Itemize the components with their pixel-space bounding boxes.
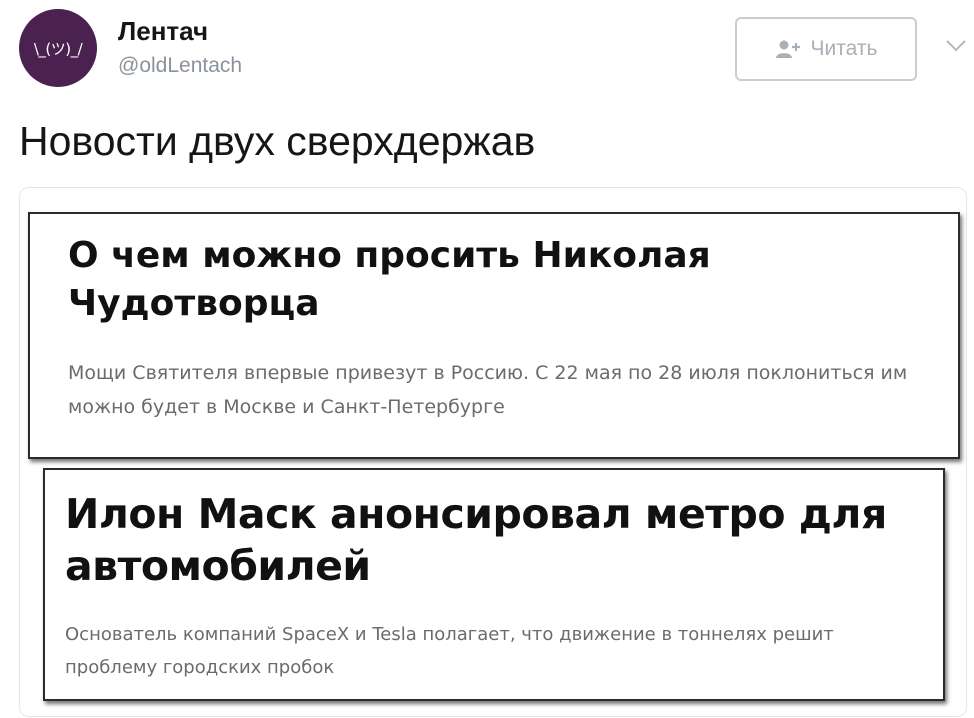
news-card-title: О чем можно просить Николая Чудотворца [68, 235, 711, 324]
avatar[interactable]: \_(ツ)_/ [19, 9, 97, 87]
follow-button[interactable]: Читать [735, 17, 917, 81]
add-user-icon [775, 39, 801, 59]
news-card-1: О чем можно просить Николая Чудотворца М… [28, 212, 960, 459]
display-name[interactable]: Лентач [118, 16, 208, 47]
news-card-title: Илон Маск анонсировал метро для автомоби… [65, 490, 887, 590]
follow-button-label: Читать [810, 37, 878, 60]
news-card-description: Мощи Святителя впервые привезут в Россию… [68, 362, 908, 418]
tweet-text: Новости двух сверхдержав [19, 118, 536, 164]
news-card-2: Илон Маск анонсировал метро для автомоби… [43, 468, 945, 701]
user-handle[interactable]: @oldLentach [118, 54, 242, 78]
news-card-description: Основатель компаний SpaceX и Tesla полаг… [65, 624, 834, 678]
chevron-down-icon[interactable] [944, 38, 968, 54]
